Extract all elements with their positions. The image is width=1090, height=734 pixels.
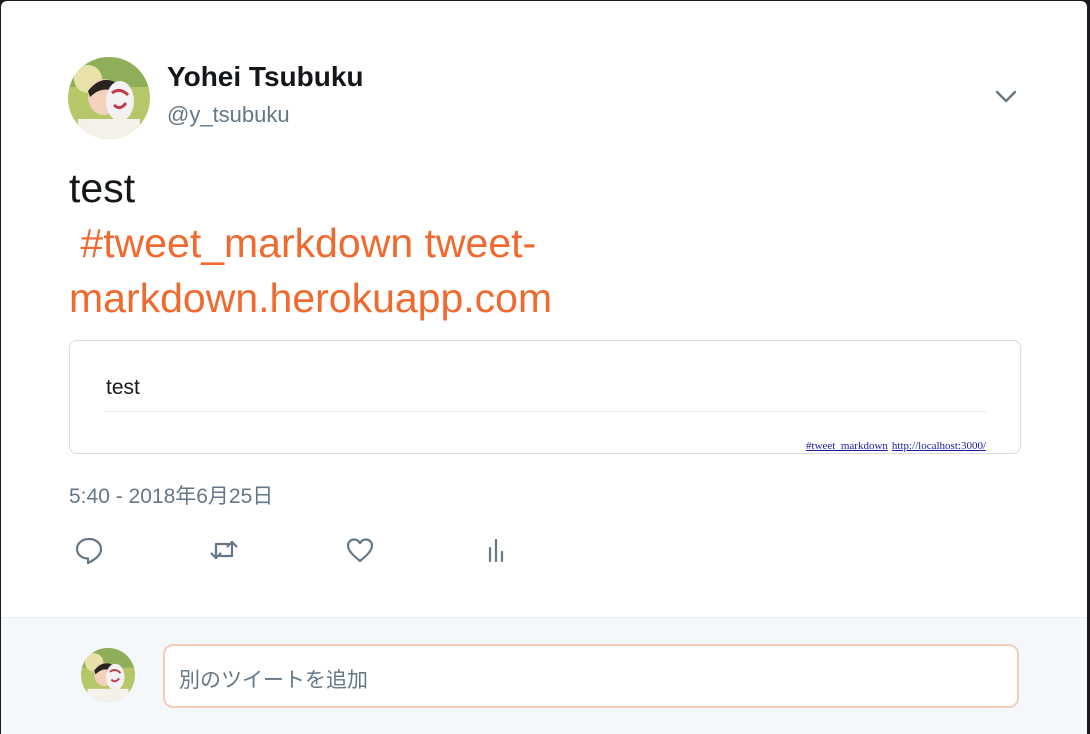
link-card-hashtag[interactable]: #tweet_markdown bbox=[806, 440, 888, 452]
tweet-text-line: test bbox=[69, 165, 136, 211]
tweet-url-link-end[interactable]: markdown.herokuapp.com bbox=[69, 275, 552, 321]
tweet-hashtag-link[interactable]: #tweet_markdown bbox=[80, 220, 413, 266]
link-card-links: #tweet_markdown http://localhost:3000/ bbox=[802, 440, 986, 452]
screen-name[interactable]: @y_tsubuku bbox=[167, 102, 290, 128]
tweet-text: test #tweet_markdown tweet- markdown.her… bbox=[69, 161, 1029, 326]
chevron-down-icon[interactable] bbox=[991, 83, 1021, 109]
reply-icon[interactable] bbox=[73, 534, 105, 566]
link-card-url[interactable]: http://localhost:3000/ bbox=[892, 440, 986, 452]
tweet-timestamp[interactable]: 5:40 - 2018年6月25日 bbox=[69, 480, 273, 510]
heart-icon[interactable] bbox=[344, 534, 376, 566]
link-card-divider bbox=[104, 411, 986, 412]
link-card[interactable]: test #tweet_markdown http://localhost:300… bbox=[69, 340, 1021, 454]
retweet-icon[interactable] bbox=[208, 534, 240, 566]
reply-input[interactable]: 別のツイートを追加 bbox=[163, 644, 1019, 708]
link-card-title: test bbox=[106, 376, 140, 399]
tweet-url-link-start[interactable]: tweet- bbox=[425, 220, 537, 266]
current-user-avatar bbox=[81, 648, 135, 702]
analytics-icon[interactable] bbox=[480, 534, 512, 566]
user-avatar[interactable] bbox=[68, 57, 150, 139]
display-name[interactable]: Yohei Tsubuku bbox=[167, 61, 364, 93]
tweet-card: Yohei Tsubuku @y_tsubuku test #tweet_mar… bbox=[1, 1, 1087, 734]
